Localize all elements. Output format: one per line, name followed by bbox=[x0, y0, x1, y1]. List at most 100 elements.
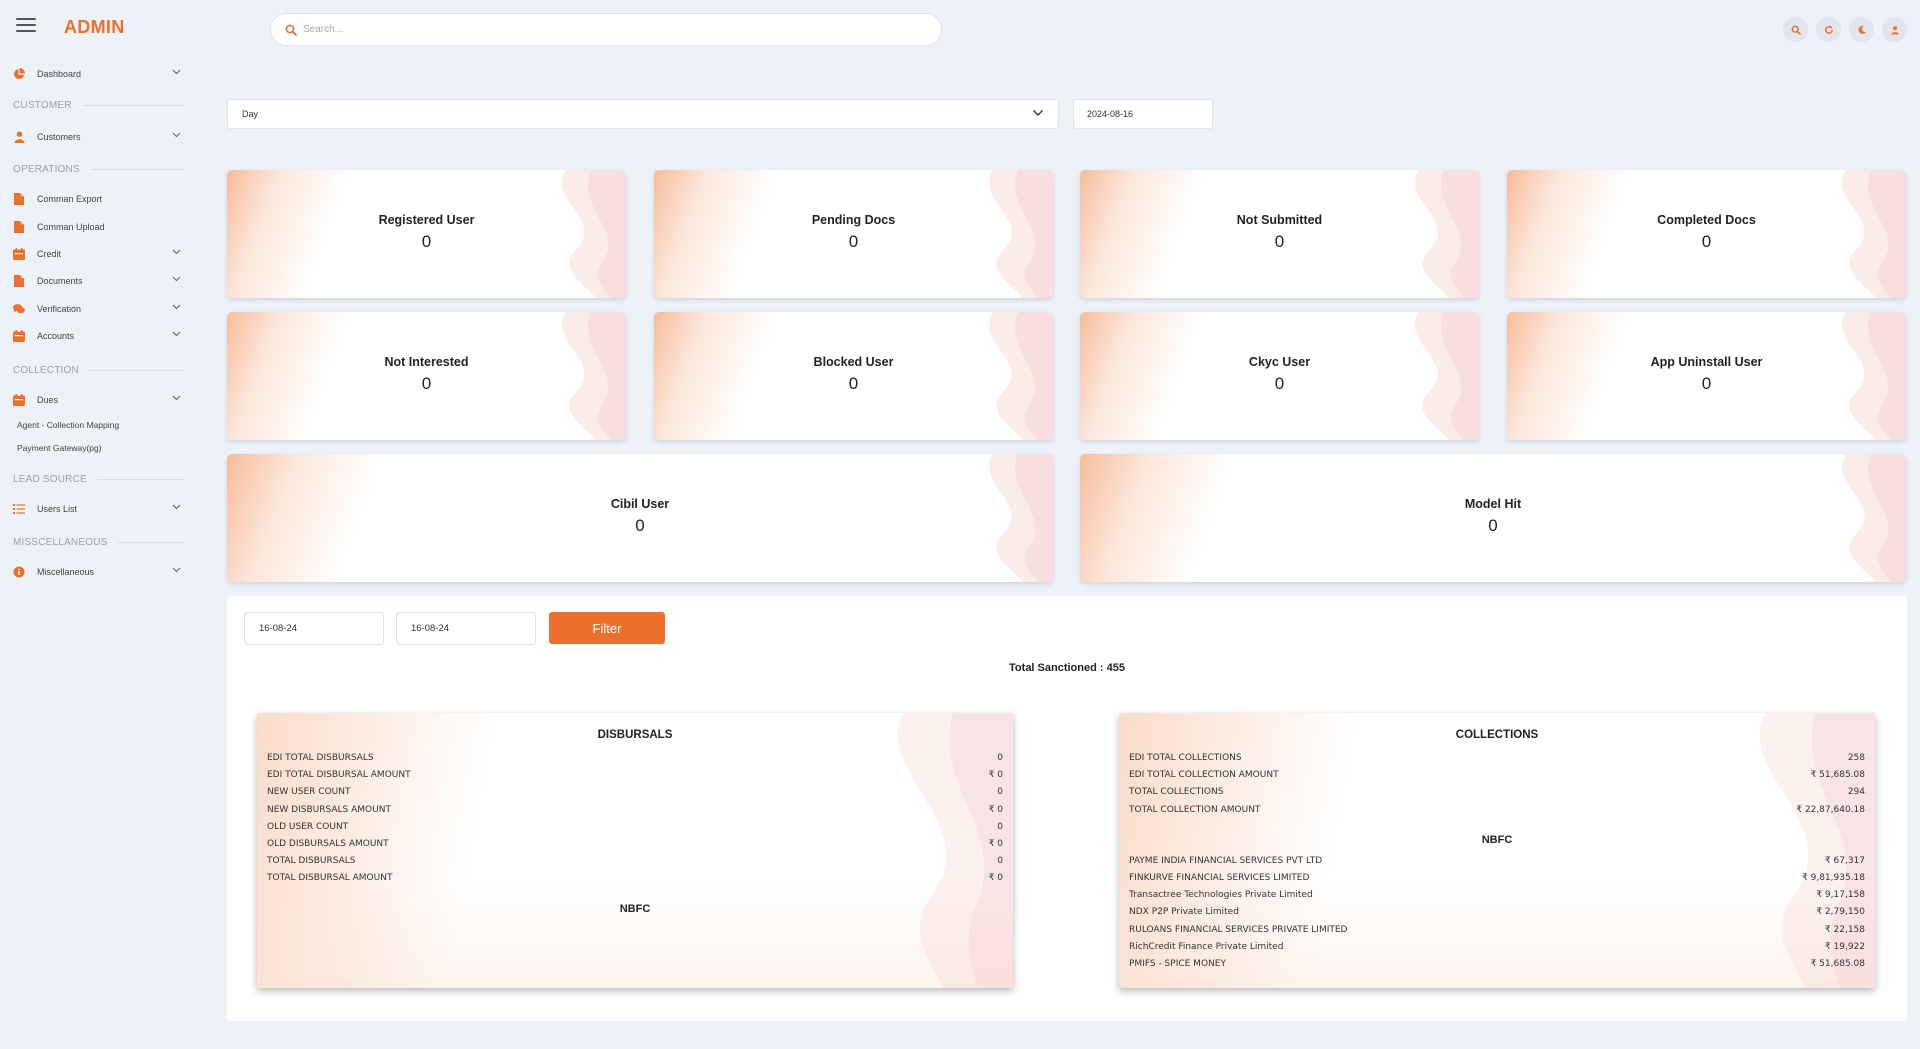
stat-card-pending-docs[interactable]: Pending Docs 0 bbox=[654, 170, 1053, 298]
sidebar-item-miscellaneous[interactable]: Miscellaneous bbox=[13, 562, 185, 582]
table-row: OLD DISBURSALS AMOUNT ₹ 0 bbox=[267, 838, 1003, 849]
stat-card-cibil-user[interactable]: Cibil User 0 bbox=[227, 454, 1053, 582]
stat-card-title: Pending Docs bbox=[811, 213, 896, 227]
sidebar-item-label: Comman Upload bbox=[37, 222, 105, 232]
filter-button[interactable]: Filter bbox=[549, 612, 665, 644]
chevron-down-icon bbox=[172, 304, 181, 310]
table-row: FINKURVE FINANCIAL SERVICES LIMITED ₹ 9,8… bbox=[1129, 872, 1865, 883]
list-icon bbox=[13, 503, 25, 515]
table-row: NEW DISBURSALS AMOUNT ₹ 0 bbox=[267, 804, 1003, 815]
collections-nbfc-title: NBFC bbox=[1481, 833, 1513, 846]
stat-card-ckyc-user[interactable]: Ckyc User 0 bbox=[1080, 312, 1479, 440]
search-button[interactable] bbox=[1783, 17, 1808, 42]
stat-card-title: Not Submitted bbox=[1236, 213, 1323, 227]
stat-card-not-interested[interactable]: Not Interested 0 bbox=[227, 312, 626, 440]
table-row: OLD USER COUNT 0 bbox=[267, 821, 1003, 832]
refresh-button[interactable] bbox=[1816, 17, 1841, 42]
search-icon bbox=[285, 24, 297, 36]
stat-card-title: Ckyc User bbox=[1248, 355, 1311, 369]
table-row: TOTAL DISBURSAL AMOUNT ₹ 0 bbox=[267, 873, 1003, 884]
disbursals-nbfc-title: NBFC bbox=[619, 902, 651, 915]
stat-card-value: 0 bbox=[848, 374, 859, 393]
sidebar-item-dashboard[interactable]: Dashboard bbox=[13, 64, 185, 84]
collections-card: COLLECTIONS EDI TOTAL COLLECTIONS 258 EDI… bbox=[1119, 713, 1875, 988]
sidebar-item-label: Credit bbox=[37, 249, 62, 259]
table-row: TOTAL DISBURSALS 0 bbox=[267, 856, 1003, 867]
stat-card-registered-user[interactable]: Registered User 0 bbox=[227, 170, 626, 298]
stat-card-model-hit[interactable]: Model Hit 0 bbox=[1080, 454, 1906, 582]
stat-card-value: 0 bbox=[1488, 516, 1498, 535]
to-date-input[interactable]: 16-08-24 bbox=[396, 612, 536, 645]
chevron-down-icon bbox=[172, 331, 181, 337]
from-date-input[interactable]: 16-08-24 bbox=[244, 612, 384, 645]
sidebar-section-customer: CUSTOMER bbox=[13, 100, 185, 111]
sidebar-item-label: Customers bbox=[37, 132, 81, 142]
info-icon bbox=[13, 566, 25, 578]
stat-card-value: 0 bbox=[635, 516, 645, 535]
chevron-down-icon bbox=[172, 249, 181, 255]
collections-title: COLLECTIONS bbox=[1455, 729, 1539, 741]
hamburger-icon[interactable] bbox=[16, 18, 36, 34]
sidebar-item-documents[interactable]: Documents bbox=[13, 271, 185, 291]
disbursals-title: DISBURSALS bbox=[597, 729, 673, 741]
table-row: EDI TOTAL DISBURSAL AMOUNT ₹ 0 bbox=[267, 770, 1003, 781]
chevron-down-icon bbox=[172, 395, 181, 401]
table-row: TOTAL COLLECTION AMOUNT ₹ 22,87,640.18 bbox=[1129, 804, 1865, 815]
stat-card-not-submitted[interactable]: Not Submitted 0 bbox=[1080, 170, 1479, 298]
table-row: EDI TOTAL DISBURSALS 0 bbox=[267, 753, 1003, 763]
stat-card-value: 0 bbox=[1274, 374, 1285, 393]
table-row: NEW USER COUNT 0 bbox=[267, 787, 1003, 798]
sidebar-item-comman-export[interactable]: Comman Export bbox=[13, 189, 185, 209]
sidebar-item-label: Accounts bbox=[37, 331, 75, 341]
search-input[interactable] bbox=[303, 24, 903, 35]
from-date-value: 16-08-24 bbox=[259, 623, 298, 634]
file-icon bbox=[13, 193, 25, 205]
stat-card-app-uninstall-user[interactable]: App Uninstall User 0 bbox=[1507, 312, 1906, 440]
date-field[interactable]: 2024-08-16 bbox=[1073, 99, 1213, 129]
sidebar-item-payment-gateway[interactable]: Payment Gateway(pg) bbox=[17, 443, 102, 453]
sidebar-item-label: Comman Export bbox=[37, 194, 103, 204]
pie-chart-icon bbox=[13, 68, 25, 80]
sidebar-item-label: Users List bbox=[37, 504, 78, 514]
sidebar-item-verification[interactable]: Verification bbox=[13, 299, 185, 319]
table-row: RichCredit Finance Private Limited ₹ 19,9… bbox=[1129, 941, 1865, 952]
profile-button[interactable] bbox=[1882, 17, 1907, 42]
sidebar-item-accounts[interactable]: Accounts bbox=[13, 326, 185, 346]
file-icon bbox=[13, 221, 25, 233]
calendar-icon bbox=[13, 248, 25, 260]
file-icon bbox=[13, 275, 25, 287]
sidebar-item-dues[interactable]: Dues bbox=[13, 390, 185, 410]
total-sanctioned: Total Sanctioned : 455 bbox=[1009, 662, 1125, 674]
date-field-value: 2024-08-16 bbox=[1087, 109, 1134, 119]
moon-icon bbox=[1858, 25, 1866, 34]
sidebar-section-collection: COLLECTION bbox=[13, 365, 185, 376]
sidebar-item-users-list[interactable]: Users List bbox=[13, 499, 185, 519]
table-row: NDX P2P Private Limited ₹ 2,79,150 bbox=[1129, 907, 1865, 918]
sidebar-item-label: Documents bbox=[37, 276, 83, 286]
calendar-icon bbox=[13, 394, 25, 406]
top-bar: ADMIN bbox=[0, 0, 1920, 58]
search-bar[interactable] bbox=[270, 13, 942, 46]
app-title: ADMIN bbox=[64, 17, 125, 37]
sidebar-item-comman-upload[interactable]: Comman Upload bbox=[13, 217, 185, 237]
table-row: PMIFS - SPICE MONEY ₹ 51,685.08 bbox=[1129, 958, 1865, 969]
sidebar-item-agent-collection-mapping[interactable]: Agent - Collection Mapping bbox=[17, 420, 119, 430]
sidebar-section-lead-source: LEAD SOURCE bbox=[13, 474, 185, 485]
user-icon bbox=[13, 131, 25, 143]
stat-card-title: Blocked User bbox=[813, 355, 894, 369]
top-actions bbox=[1783, 17, 1907, 42]
to-date-value: 16-08-24 bbox=[411, 623, 450, 634]
chevron-down-icon bbox=[172, 567, 181, 573]
comments-icon bbox=[13, 303, 25, 315]
stat-card-value: 0 bbox=[1701, 374, 1712, 393]
table-row: EDI TOTAL COLLECTIONS 258 bbox=[1129, 753, 1865, 763]
stat-card-value: 0 bbox=[848, 232, 859, 251]
theme-toggle-button[interactable] bbox=[1849, 17, 1874, 42]
sidebar-item-credit[interactable]: Credit bbox=[13, 244, 185, 264]
table-row: Transactree Technologies Private Limited… bbox=[1129, 890, 1865, 901]
sidebar-item-customers[interactable]: Customers bbox=[13, 127, 185, 147]
stat-card-blocked-user[interactable]: Blocked User 0 bbox=[654, 312, 1053, 440]
stat-card-completed-docs[interactable]: Completed Docs 0 bbox=[1507, 170, 1906, 298]
period-select[interactable]: Day bbox=[227, 99, 1059, 129]
sidebar-item-label: Dashboard bbox=[37, 69, 82, 79]
